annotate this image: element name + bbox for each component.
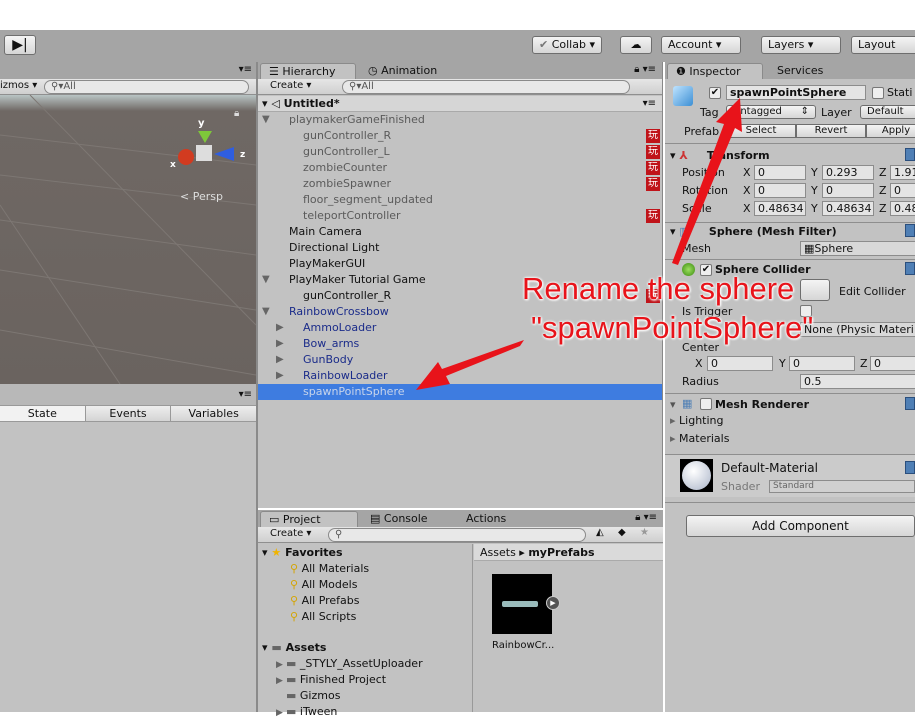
arrow-to-hierarchy-row <box>416 340 524 390</box>
annotation-arrows <box>416 98 742 390</box>
arrow-to-name-field <box>672 98 742 265</box>
annotation-line-1: Rename the sphere <box>522 271 795 306</box>
annotation-line-2: "spawnPointSphere" <box>531 310 814 345</box>
